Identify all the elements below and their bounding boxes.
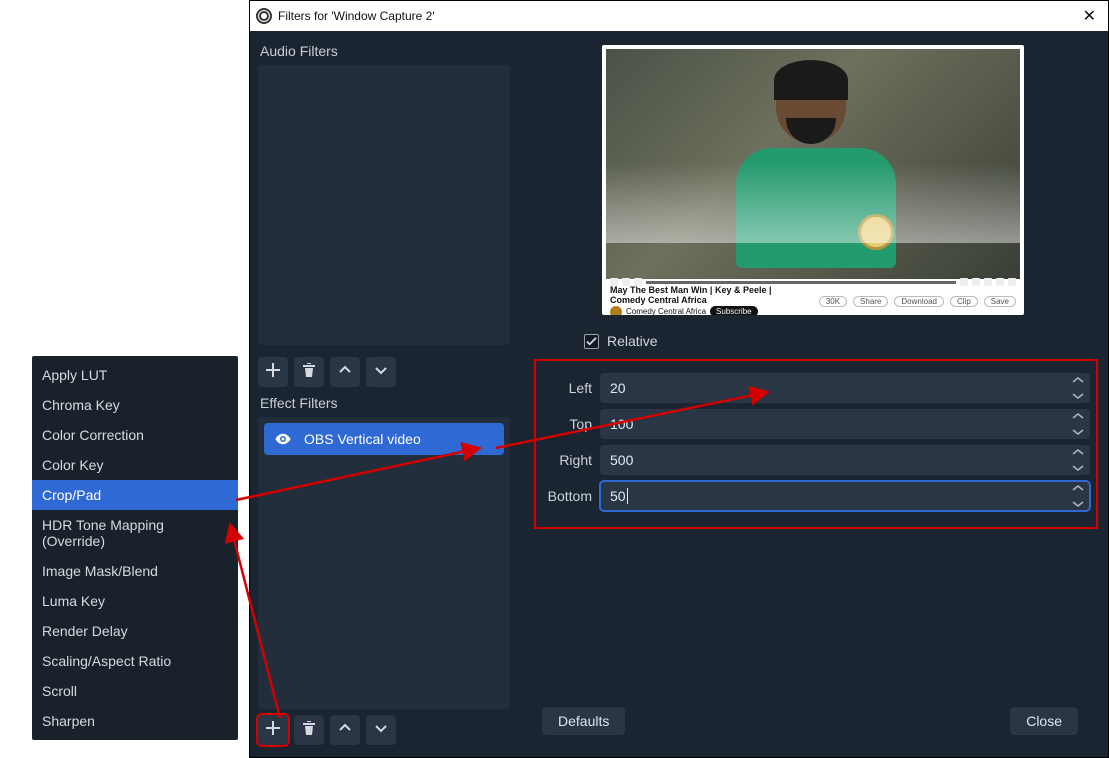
dialog-title: Filters for 'Window Capture 2' xyxy=(278,9,435,23)
bottom-input[interactable]: 50 xyxy=(600,481,1090,511)
top-label: Top xyxy=(538,416,592,432)
add-effect-filter-button[interactable] xyxy=(258,715,288,745)
menu-item-sharpen[interactable]: Sharpen xyxy=(32,706,238,736)
subscribe-pill: Subscribe xyxy=(710,306,758,315)
window-close-button[interactable]: ✕ xyxy=(1077,6,1102,26)
chevron-up-icon xyxy=(337,362,353,383)
preview-video-title: May The Best Man Win | Key & Peele | Com… xyxy=(610,285,807,305)
close-button[interactable]: Close xyxy=(1010,707,1078,735)
menu-item-apply-lut[interactable]: Apply LUT xyxy=(32,360,238,390)
move-effect-filter-up-button[interactable] xyxy=(330,715,360,745)
remove-audio-filter-button[interactable] xyxy=(294,357,324,387)
bottom-label: Bottom xyxy=(538,488,592,504)
filter-preview: May The Best Man Win | Key & Peele | Com… xyxy=(602,45,1024,315)
add-audio-filter-button[interactable] xyxy=(258,357,288,387)
spin-up-icon xyxy=(1072,376,1084,384)
menu-item-render-delay[interactable]: Render Delay xyxy=(32,616,238,646)
chevron-down-icon xyxy=(373,720,389,741)
chevron-down-icon xyxy=(373,362,389,383)
chevron-up-icon xyxy=(337,720,353,741)
plus-icon xyxy=(265,720,281,741)
menu-item-scroll[interactable]: Scroll xyxy=(32,676,238,706)
spin-down-icon xyxy=(1072,392,1084,400)
plus-icon xyxy=(265,362,281,383)
trash-icon xyxy=(301,720,317,741)
menu-item-hdr-tone-mapping[interactable]: HDR Tone Mapping (Override) xyxy=(32,510,238,556)
move-audio-filter-down-button[interactable] xyxy=(366,357,396,387)
menu-item-crop-pad[interactable]: Crop/Pad xyxy=(32,480,238,510)
filter-settings-pane: May The Best Man Win | Key & Peele | Com… xyxy=(518,31,1108,757)
menu-item-image-mask-blend[interactable]: Image Mask/Blend xyxy=(32,556,238,586)
audio-filters-list[interactable] xyxy=(258,65,510,345)
remove-effect-filter-button[interactable] xyxy=(294,715,324,745)
right-input[interactable]: 500 xyxy=(600,445,1090,475)
check-icon xyxy=(586,336,597,347)
effect-filter-name: OBS Vertical video xyxy=(304,431,421,447)
menu-item-luma-key[interactable]: Luma Key xyxy=(32,586,238,616)
effect-filters-toolbar xyxy=(258,715,510,745)
left-input[interactable]: 20 xyxy=(600,373,1090,403)
move-effect-filter-down-button[interactable] xyxy=(366,715,396,745)
filters-left-pane: Audio Filters Effect Filters xyxy=(250,31,518,757)
relative-label: Relative xyxy=(607,333,658,349)
filters-dialog: Filters for 'Window Capture 2' ✕ Audio F… xyxy=(249,0,1109,758)
menu-item-chroma-key[interactable]: Chroma Key xyxy=(32,390,238,420)
left-label: Left xyxy=(538,380,592,396)
effect-filters-label: Effect Filters xyxy=(258,389,510,417)
menu-item-scaling-aspect-ratio[interactable]: Scaling/Aspect Ratio xyxy=(32,646,238,676)
move-audio-filter-up-button[interactable] xyxy=(330,357,360,387)
filter-type-menu[interactable]: Apply LUT Chroma Key Color Correction Co… xyxy=(32,356,238,740)
left-spinner[interactable] xyxy=(1072,376,1086,400)
channel-avatar xyxy=(610,306,622,316)
visibility-icon[interactable] xyxy=(274,430,292,448)
top-spinner[interactable] xyxy=(1072,412,1086,436)
menu-item-color-correction[interactable]: Color Correction xyxy=(32,420,238,450)
effect-filters-list[interactable]: OBS Vertical video xyxy=(258,417,510,709)
effect-filter-item[interactable]: OBS Vertical video xyxy=(264,423,504,455)
obs-icon xyxy=(256,8,272,24)
menu-item-color-key[interactable]: Color Key xyxy=(32,450,238,480)
audio-filters-label: Audio Filters xyxy=(258,37,510,65)
right-spinner[interactable] xyxy=(1072,448,1086,472)
defaults-button[interactable]: Defaults xyxy=(542,707,625,735)
preview-channel: Comedy Central Africa xyxy=(626,307,706,315)
crop-params-highlight: Left 20 Top 100 xyxy=(534,359,1098,529)
relative-checkbox[interactable] xyxy=(584,334,599,349)
titlebar: Filters for 'Window Capture 2' ✕ xyxy=(250,1,1108,31)
right-label: Right xyxy=(538,452,592,468)
trash-icon xyxy=(301,362,317,383)
top-input[interactable]: 100 xyxy=(600,409,1090,439)
audio-filters-toolbar xyxy=(258,357,510,387)
dialog-footer: Defaults Close xyxy=(534,699,1092,747)
bottom-spinner[interactable] xyxy=(1072,484,1086,508)
